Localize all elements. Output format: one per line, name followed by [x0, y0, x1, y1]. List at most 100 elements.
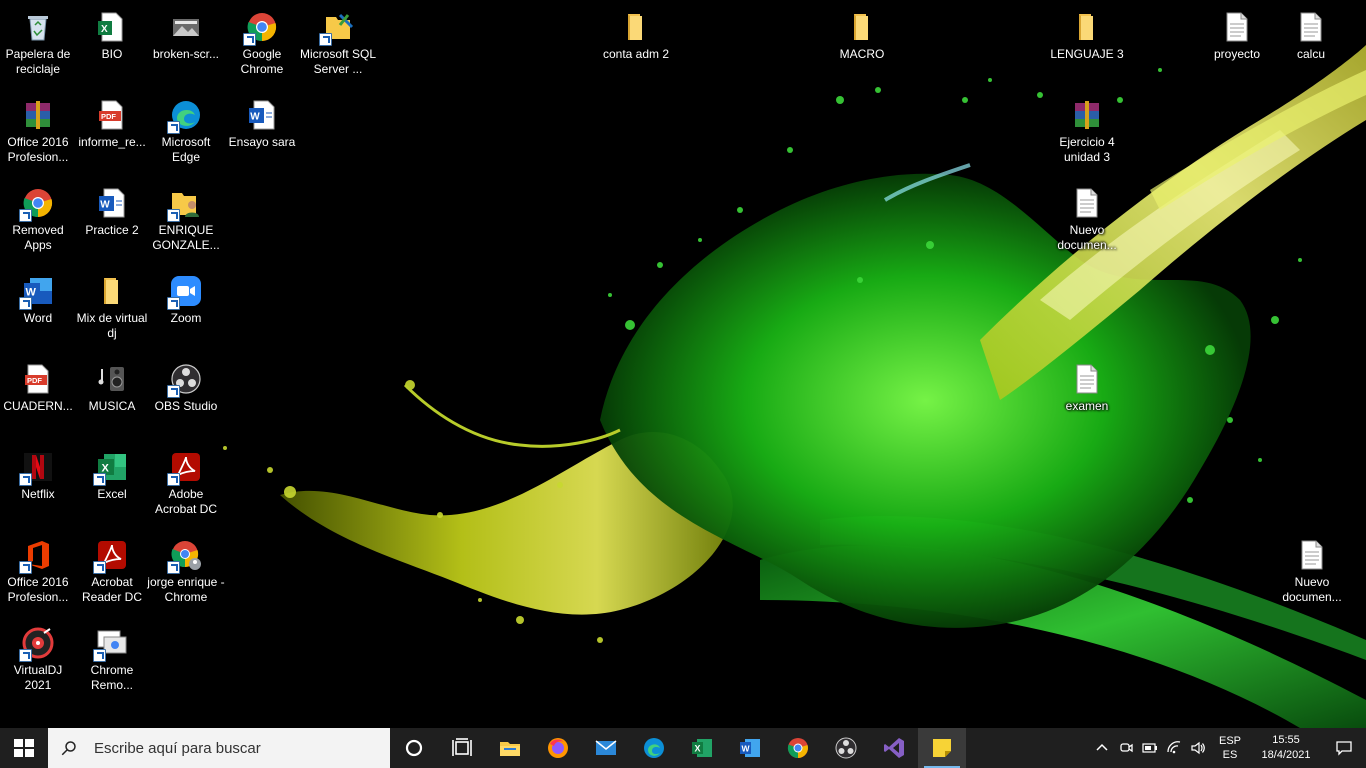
word-button[interactable]: W: [726, 728, 774, 768]
desktop-icon[interactable]: proyecto: [1199, 4, 1275, 88]
desktop-icon-label: LENGUAJE 3: [1050, 47, 1124, 61]
desktop-icon[interactable]: Chrome Remo...: [74, 620, 150, 704]
desktop-icon[interactable]: Zoom: [148, 268, 224, 352]
desktop-icon-label: Zoom: [170, 311, 202, 325]
wifi-icon: [1167, 741, 1181, 754]
desktop-icon[interactable]: calcu: [1273, 4, 1349, 88]
desktop-icon[interactable]: W Ensayo sara: [224, 92, 300, 176]
desktop-icon[interactable]: Removed Apps: [0, 180, 76, 264]
desktop-icon-label: Google Chrome: [240, 47, 284, 76]
taskbar-search-box[interactable]: [48, 728, 390, 768]
speaker-icon: [1191, 741, 1205, 755]
firefox-button[interactable]: [534, 728, 582, 768]
shortcut-arrow-icon: [243, 33, 256, 46]
desktop-icon[interactable]: Nuevo documen...: [1274, 532, 1350, 616]
cortana-button[interactable]: [390, 728, 438, 768]
clock-time: 15:55: [1272, 734, 1300, 746]
desktop-icon[interactable]: Office 2016 Profesion...: [0, 92, 76, 176]
show-hidden-icons-button[interactable]: [1090, 728, 1114, 768]
chevron-up-icon: [1096, 743, 1108, 751]
desktop-icon[interactable]: Ejercicio 4 unidad 3: [1049, 92, 1125, 176]
desktop-icon[interactable]: OBS Studio: [148, 356, 224, 440]
desktop-icon[interactable]: PDF informe_re...: [74, 92, 150, 176]
desktop-icon-label: informe_re...: [78, 135, 146, 149]
desktop-icon-label: Chrome Remo...: [90, 663, 134, 692]
shortcut-arrow-icon: [167, 385, 180, 398]
excel-button[interactable]: X: [678, 728, 726, 768]
battery-button[interactable]: [1138, 728, 1162, 768]
visual-studio-button[interactable]: [870, 728, 918, 768]
desktop-icon[interactable]: conta adm 2: [598, 4, 674, 88]
text-file-icon: [1294, 10, 1328, 44]
clock[interactable]: 15:55 18/4/2021: [1250, 733, 1322, 763]
svg-text:X: X: [101, 24, 108, 35]
file-explorer-icon: [500, 742, 520, 756]
desktop-icon[interactable]: VirtualDJ 2021: [0, 620, 76, 704]
input-language-indicator[interactable]: ESP ES: [1210, 734, 1250, 762]
desktop-icon[interactable]: Papelera de reciclaje: [0, 4, 76, 88]
search-input[interactable]: [92, 738, 376, 758]
taskbar: X W: [0, 728, 1366, 768]
volume-button[interactable]: [1186, 728, 1210, 768]
notification-icon: [1336, 741, 1352, 756]
desktop-icon-label: Ensayo sara: [228, 135, 296, 149]
meet-now-button[interactable]: [1114, 728, 1138, 768]
obs-button[interactable]: [822, 728, 870, 768]
desktop-icon[interactable]: Office 2016 Profesion...: [0, 532, 76, 616]
svg-text:W: W: [100, 200, 110, 211]
network-button[interactable]: [1162, 728, 1186, 768]
desktop-icon-label: Mix de virtual dj: [76, 311, 148, 340]
desktop-icon[interactable]: W Practice 2: [74, 180, 150, 264]
desktop-icon[interactable]: Microsoft SQL Server ...: [300, 4, 376, 88]
chrome-button[interactable]: [774, 728, 822, 768]
desktop-icon[interactable]: Nuevo documen...: [1049, 180, 1125, 264]
sticky-notes-button[interactable]: [918, 728, 966, 768]
shortcut-arrow-icon: [167, 561, 180, 574]
edge-button[interactable]: [630, 728, 678, 768]
desktop-icon[interactable]: PDF CUADERN...: [0, 356, 76, 440]
shortcut-arrow-icon: [19, 209, 32, 222]
desktop-icon-label: Office 2016 Profesion...: [7, 135, 69, 164]
desktop-icon[interactable]: Google Chrome: [224, 4, 300, 88]
mail-icon: [595, 740, 617, 755]
desktop-icon[interactable]: X BIO: [74, 4, 150, 88]
shortcut-arrow-icon: [167, 297, 180, 310]
file-explorer-button[interactable]: [486, 728, 534, 768]
desktop-icon[interactable]: examen: [1049, 356, 1125, 440]
desktop-icon[interactable]: Microsoft Edge: [148, 92, 224, 176]
desktop-icon[interactable]: X Excel: [74, 444, 150, 528]
desktop-icon[interactable]: jorge enrique - Chrome: [147, 532, 225, 616]
chrome-profile-icon: [167, 538, 203, 574]
desktop-icon[interactable]: Acrobat Reader DC: [74, 532, 150, 616]
system-tray: ESP ES 15:55 18/4/2021: [1090, 728, 1366, 768]
desktop-icon-label: proyecto: [1213, 47, 1261, 61]
acrobat-icon: [167, 450, 203, 486]
shortcut-arrow-icon: [167, 473, 180, 486]
language-code: ESP: [1218, 735, 1241, 747]
desktop-icon-label: CUADERN...: [3, 399, 73, 413]
desktop-icon[interactable]: broken-scr...: [148, 4, 224, 88]
shortcut-arrow-icon: [93, 473, 106, 486]
windows-logo-icon: [14, 739, 34, 757]
action-center-button[interactable]: [1322, 728, 1366, 768]
recycle-bin-icon: [21, 10, 55, 44]
desktop-icon[interactable]: W Word: [0, 268, 76, 352]
mail-button[interactable]: [582, 728, 630, 768]
desktop-icon[interactable]: ENRIQUE GONZALE...: [148, 180, 224, 264]
task-view-button[interactable]: [438, 728, 486, 768]
desktop-icon-label: Nuevo documen...: [1057, 223, 1117, 252]
desktop-icon[interactable]: LENGUAJE 3: [1049, 4, 1125, 88]
start-button[interactable]: [0, 728, 48, 768]
desktop-icon[interactable]: MACRO: [824, 4, 900, 88]
desktop-icon[interactable]: Mix de virtual dj: [74, 268, 150, 352]
desktop-icon-label: OBS Studio: [154, 399, 218, 413]
keyboard-layout-code: ES: [1222, 749, 1238, 761]
desktop-icon[interactable]: Adobe Acrobat DC: [148, 444, 224, 528]
zoom-icon: [167, 274, 203, 310]
desktop-icon-label: Removed Apps: [12, 223, 64, 252]
desktop-icon[interactable]: MUSICA: [74, 356, 150, 440]
desktop-icon-label: conta adm 2: [602, 47, 670, 61]
desktop-icon[interactable]: Netflix: [0, 444, 76, 528]
desktop-icon-label: Microsoft Edge: [161, 135, 211, 164]
shortcut-arrow-icon: [93, 561, 106, 574]
